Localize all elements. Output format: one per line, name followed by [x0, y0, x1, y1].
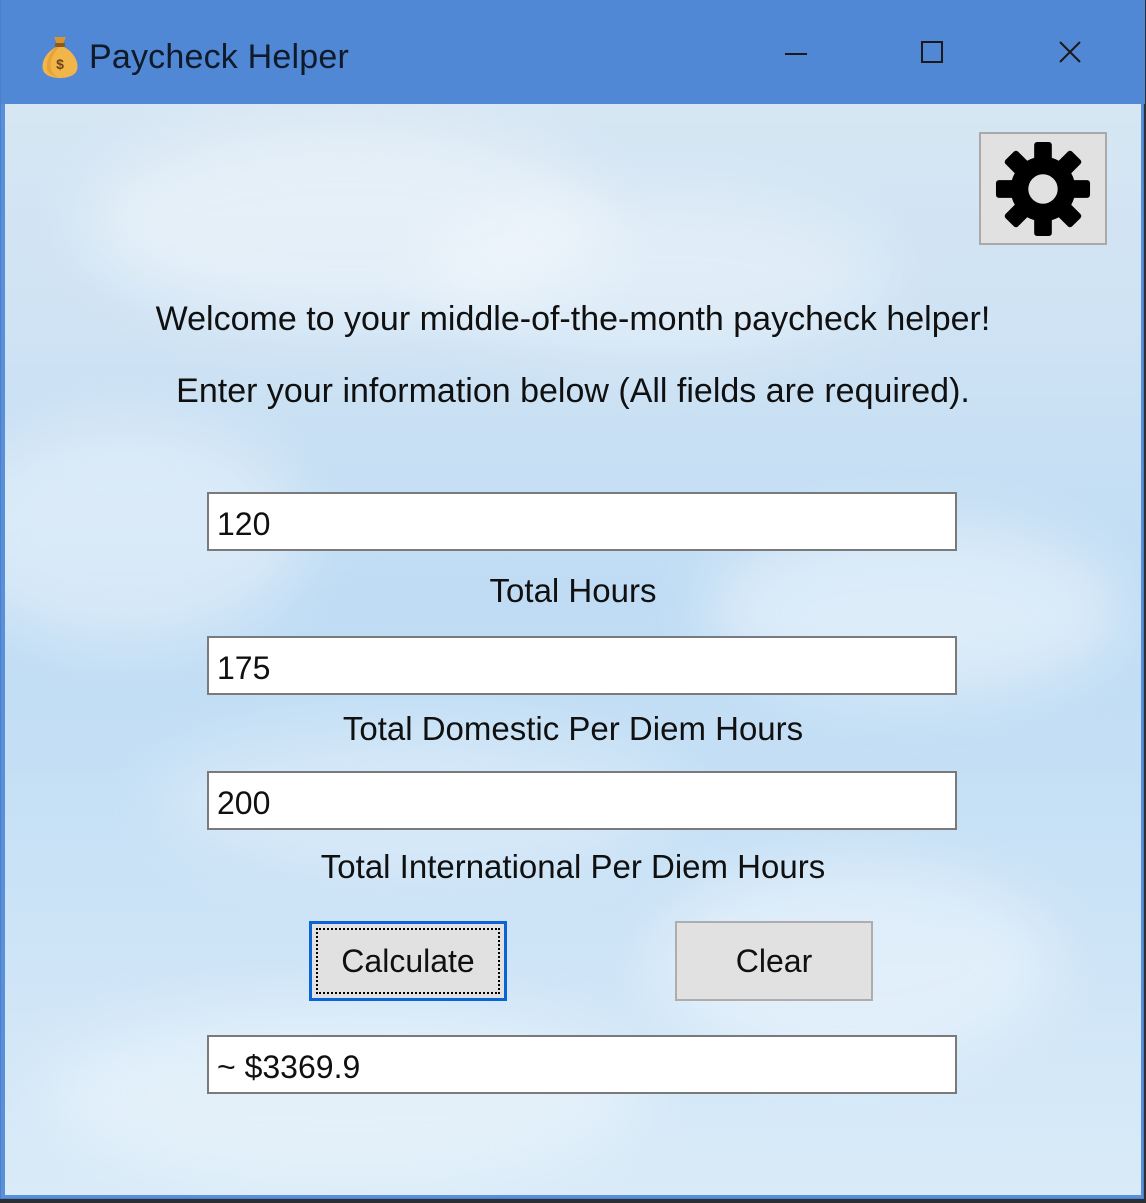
clear-button[interactable]: Clear: [675, 921, 873, 1001]
total-hours-label: Total Hours: [489, 572, 657, 609]
domestic-per-diem-label: Total Domestic Per Diem Hours: [342, 710, 804, 747]
maximize-button[interactable]: [863, 0, 1001, 104]
window-title: Paycheck Helper: [89, 38, 350, 76]
international-per-diem-label: Total International Per Diem Hours: [320, 848, 826, 885]
minimize-button[interactable]: [727, 0, 865, 104]
minimize-icon: [785, 53, 807, 55]
svg-text:$: $: [56, 56, 64, 72]
money-bag-icon: $: [42, 37, 78, 78]
calculate-button-label: Calculate: [316, 928, 500, 994]
title-bar[interactable]: $ Paycheck Helper: [1, 0, 1145, 104]
form-client-area: Welcome to your middle-of-the-month payc…: [5, 104, 1141, 1195]
gear-icon: [995, 141, 1091, 236]
close-icon: [1059, 41, 1081, 63]
maximize-icon: [921, 41, 943, 63]
calculate-button[interactable]: Calculate: [309, 921, 507, 1001]
international-per-diem-input[interactable]: [207, 771, 957, 830]
settings-button[interactable]: [979, 132, 1107, 245]
sky-cloud: [45, 1004, 645, 1184]
total-hours-input[interactable]: [207, 492, 957, 551]
app-window: $ Paycheck Helper Welcome to your middle…: [0, 0, 1145, 1199]
domestic-per-diem-input[interactable]: [207, 636, 957, 695]
result-output[interactable]: [207, 1035, 957, 1094]
close-button[interactable]: [1001, 0, 1139, 104]
welcome-text: Welcome to your middle-of-the-month payc…: [155, 300, 991, 338]
instructions-text: Enter your information below (All fields…: [176, 372, 970, 410]
